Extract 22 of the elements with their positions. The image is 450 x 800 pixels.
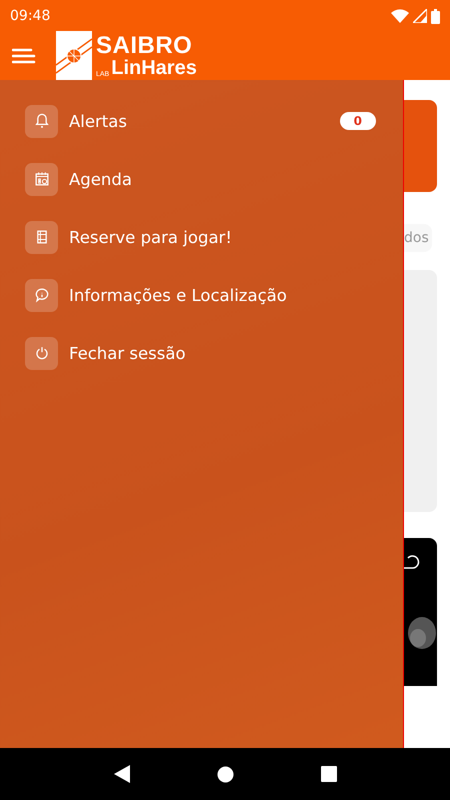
home-icon[interactable] — [216, 766, 234, 782]
menu-item[interactable]: Fechar sessão — [0, 324, 403, 382]
chat-info-icon — [25, 278, 58, 312]
filter-chip[interactable]: dos — [404, 224, 432, 252]
wifi-icon — [391, 9, 409, 23]
recents-icon[interactable] — [320, 766, 336, 782]
signal-icon — [413, 9, 427, 23]
menu-item[interactable]: Informações e Localização — [0, 266, 403, 324]
count-badge: 0 — [340, 112, 376, 130]
calendar-icon — [25, 162, 58, 196]
menu-item[interactable]: Agenda — [0, 150, 403, 208]
battery-icon — [431, 8, 440, 24]
menu-item[interactable]: Alertas 0 — [0, 92, 403, 150]
menu-button[interactable] — [12, 47, 36, 65]
power-icon — [25, 336, 58, 370]
back-icon[interactable] — [114, 765, 130, 783]
status-time: 09:48 — [10, 8, 52, 24]
menu-item[interactable]: Reserve para jogar! — [0, 208, 403, 266]
logo-title: SAIBRO — [96, 34, 194, 58]
bell-icon — [25, 104, 58, 138]
court-icon — [25, 220, 58, 254]
logo-subtitle: LinHares — [111, 58, 197, 78]
